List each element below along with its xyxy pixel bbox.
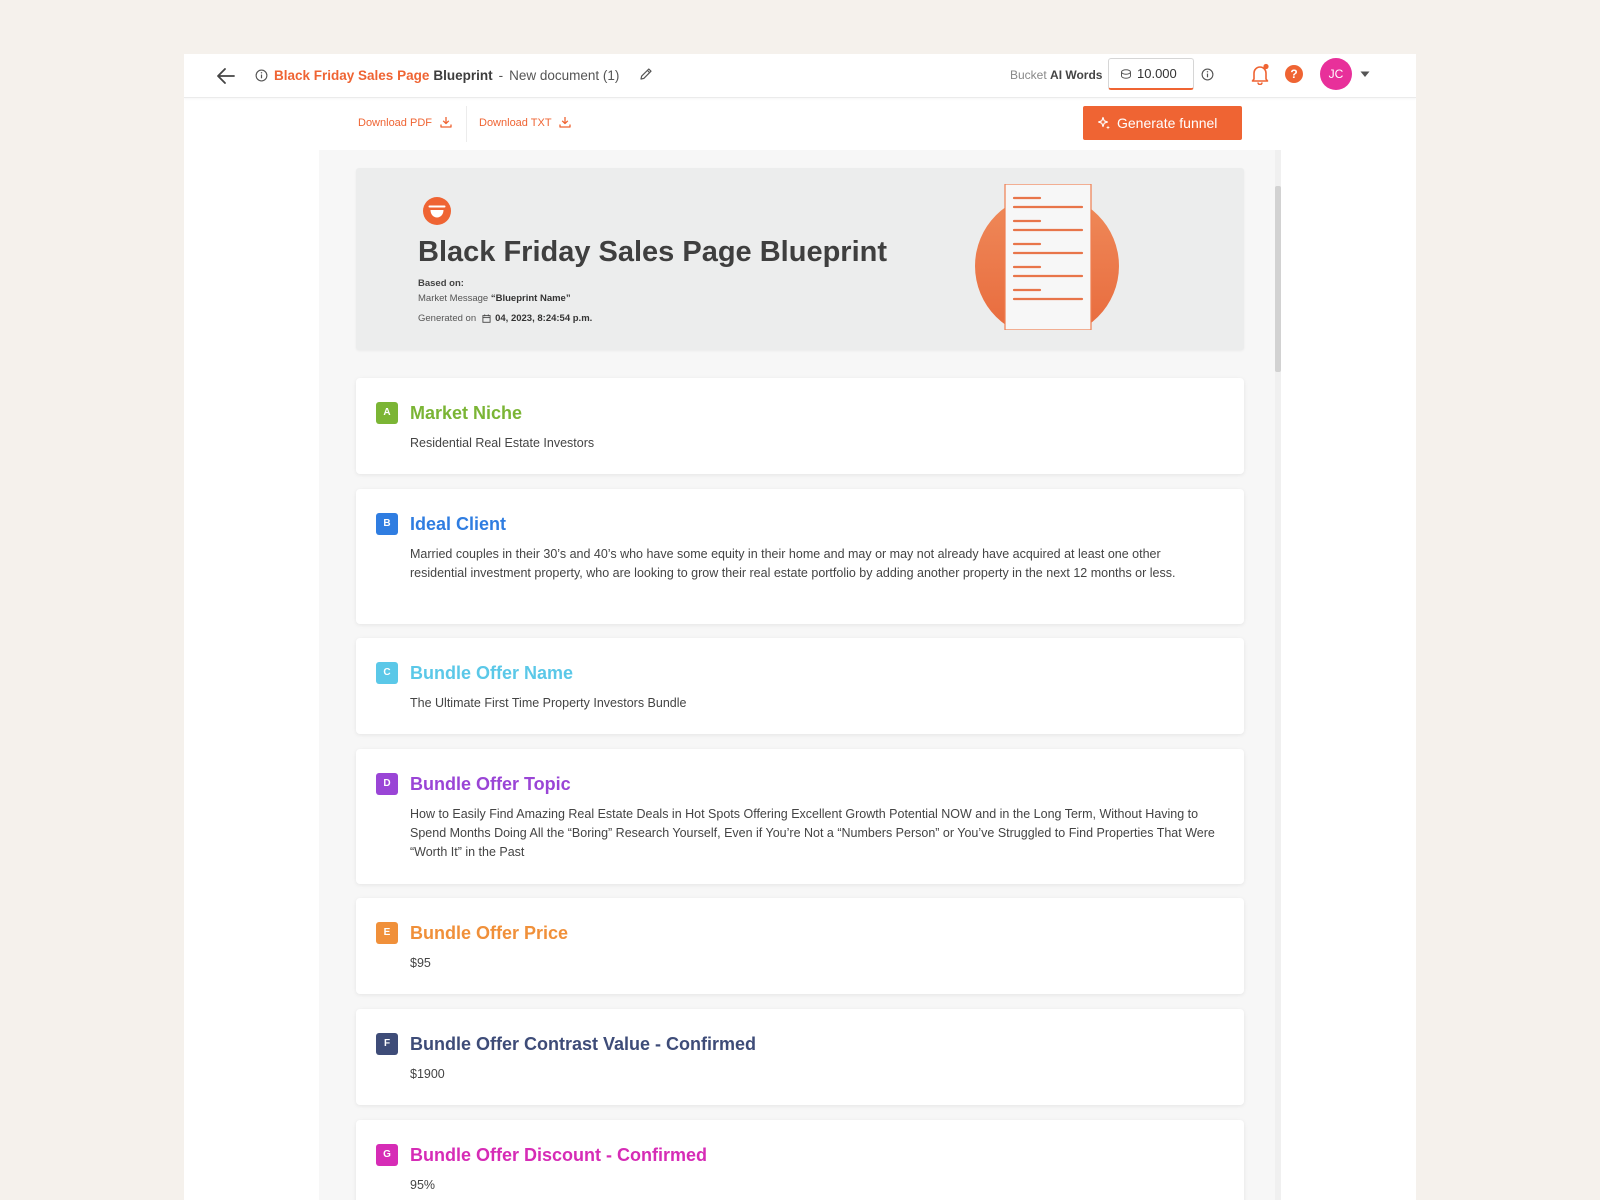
hero-title: Black Friday Sales Page Blueprint: [418, 236, 888, 268]
market-message-name: “Blueprint Name”: [490, 293, 571, 304]
section-card-f: F Bundle Offer Contrast Value - Confirmed…: [356, 1009, 1244, 1105]
market-message-prefix: Market Message: [418, 293, 489, 304]
section-body: The Ultimate First Time Property Investo…: [410, 696, 687, 710]
top-header: Black Friday Sales Page Blueprint - New doc…: [184, 54, 1416, 98]
section-title: Bundle Offer Discount - Confirmed: [410, 1145, 707, 1165]
bucket-prefix: Bucket: [1010, 68, 1047, 82]
generated-on-prefix: Generated on: [418, 313, 477, 324]
section-card-b: B Ideal Client Married couples in their 30…: [356, 489, 1244, 624]
download-pdf-label: Download PDF: [358, 117, 432, 129]
section-title: Ideal Client: [410, 514, 507, 534]
document-title: Black Friday Sales Page Blueprint - New doc…: [274, 66, 619, 86]
document-toolbar: Download PDF Download TXT Generate funne…: [184, 98, 1416, 152]
sparkle-icon: [1097, 116, 1110, 130]
info-icon[interactable]: [255, 69, 268, 82]
section-letter-badge: C: [376, 662, 398, 684]
section-card-c: C Bundle Offer Name The Ultimate First Tim…: [356, 638, 1244, 734]
market-message: Market Message “Blueprint Name”: [418, 293, 571, 304]
section-card-a: A Market Niche Residential Real Estate Inv…: [356, 378, 1244, 474]
download-txt-label: Download TXT: [479, 117, 552, 129]
toolbar-divider: [466, 106, 467, 142]
section-title: Market Niche: [410, 403, 523, 423]
brand-logo-icon: [423, 197, 451, 225]
document-hero: Black Friday Sales Page Blueprint Based …: [356, 168, 1244, 350]
words-info-icon[interactable]: [1201, 68, 1214, 81]
section-body: How to Easily Find Amazing Real Estate D…: [410, 807, 1215, 859]
section-body: Residential Real Estate Investors: [410, 436, 595, 450]
generated-on-value: 04, 2023, 8:24:54 p.m.: [495, 313, 593, 324]
back-arrow-icon[interactable]: [214, 64, 238, 88]
title-accent: Black Friday Sales Page: [274, 68, 430, 83]
section-body: 95%: [410, 1178, 436, 1192]
section-title: Bundle Offer Name: [410, 663, 574, 683]
pencil-icon[interactable]: [639, 67, 653, 81]
generate-funnel-button[interactable]: Generate funnel: [1083, 106, 1242, 140]
section-title: Bundle Offer Contrast Value - Confirmed: [410, 1034, 757, 1054]
based-on-label: Based on:: [418, 278, 464, 289]
download-pdf-link[interactable]: Download PDF: [358, 116, 452, 129]
section-letter-badge: G: [376, 1144, 398, 1166]
section-title: Bundle Offer Price: [410, 923, 569, 943]
section-letter-badge: D: [376, 773, 398, 795]
caret-down-icon[interactable]: [1360, 70, 1370, 78]
document-illustration-icon: [975, 184, 1119, 330]
document-name: New document (1): [509, 68, 620, 83]
section-card-d: D Bundle Offer Topic How to Easily Find Am…: [356, 749, 1244, 884]
help-icon[interactable]: ?: [1285, 65, 1303, 83]
user-avatar[interactable]: JC: [1320, 58, 1352, 90]
bell-icon[interactable]: [1250, 63, 1270, 85]
generated-on: Generated on 04, 2023, 8:24:54 p.m.: [418, 313, 592, 324]
section-card-g: G Bundle Offer Discount - Confirmed 95%: [356, 1120, 1244, 1200]
scrollbar-thumb[interactable]: [1275, 186, 1281, 372]
document-panel: Black Friday Sales Page Blueprint Based …: [319, 150, 1281, 1200]
section-body: Married couples in their 30’s and 40’s w…: [410, 547, 1176, 580]
title-strong: Blueprint: [433, 68, 493, 83]
download-icon: [440, 117, 452, 128]
section-letter-badge: E: [376, 922, 398, 944]
section-letter-badge: F: [376, 1033, 398, 1055]
ai-words-counter: 10.000: [1108, 58, 1194, 90]
section-body: $95: [410, 956, 431, 970]
section-card-e: E Bundle Offer Price $95: [356, 898, 1244, 994]
download-txt-link[interactable]: Download TXT: [479, 116, 572, 129]
ai-words-value: 10.000: [1137, 66, 1177, 81]
download-icon: [559, 117, 572, 128]
bucket-strong: AI Words: [1050, 68, 1103, 82]
generate-funnel-label: Generate funnel: [1117, 115, 1218, 131]
section-letter-badge: B: [376, 513, 398, 535]
bucket-label: Bucket AI Words: [1010, 68, 1102, 82]
coin-icon: [1121, 69, 1131, 79]
section-letter-badge: A: [376, 402, 398, 424]
title-separator: -: [498, 68, 504, 83]
section-title: Bundle Offer Topic: [410, 774, 571, 794]
section-body: $1900: [410, 1067, 445, 1081]
calendar-icon: [482, 314, 491, 323]
app-window: Black Friday Sales Page Blueprint - New doc…: [184, 54, 1416, 1200]
